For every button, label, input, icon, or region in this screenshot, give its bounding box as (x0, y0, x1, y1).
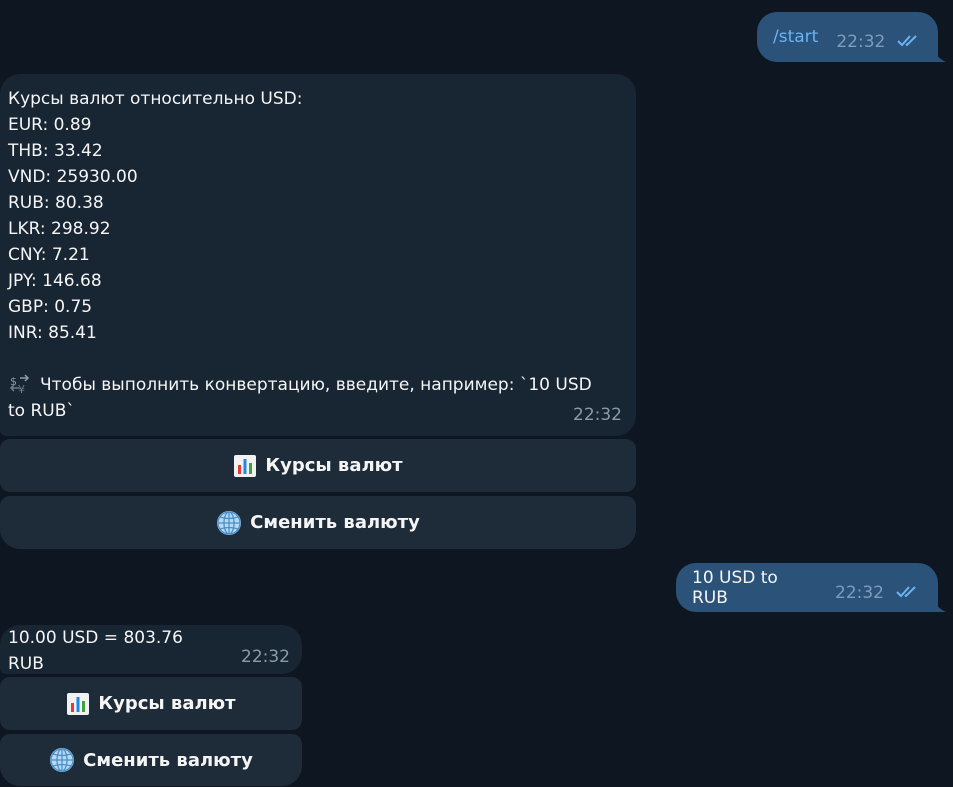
rate-line: THB: 33.42 (8, 141, 103, 161)
rate-line: GBP: 0.75 (8, 297, 93, 317)
bar-chart-icon (66, 692, 90, 716)
message-time: 22:32 (836, 32, 886, 52)
message-time: 22:32 (241, 646, 290, 667)
change-currency-button[interactable]: Сменить валюту (0, 496, 636, 549)
message-text: 10 USD to RUB (692, 567, 778, 608)
double-check-icon (896, 583, 922, 603)
message-time: 22:32 (573, 405, 622, 425)
change-currency-button[interactable]: Сменить валюту (0, 734, 302, 786)
rates-button[interactable]: Курсы валют (0, 677, 302, 730)
rate-line: LKR: 298.92 (8, 219, 111, 239)
rate-line: EUR: 0.89 (8, 115, 92, 135)
message-meta: 22:32 (836, 32, 923, 52)
incoming-message-rates: Курсы валют относительно USD: EUR: 0.89 … (0, 74, 636, 436)
double-check-icon (897, 32, 923, 52)
bubble-tail (932, 48, 946, 62)
outgoing-message-start: /start 22:32 (757, 12, 938, 62)
conversion-result-text: 10.00 USD = 803.76 RUB (8, 627, 183, 674)
message-meta: 22:32 (835, 583, 922, 603)
rate-line: INR: 85.41 (8, 323, 97, 343)
hint-text: $ ¥ Чтобы выполнить конвертацию, введите… (8, 374, 592, 396)
rates-list: EUR: 0.89 THB: 33.42 VND: 25930.00 RUB: … (8, 112, 624, 346)
command-link-start[interactable]: /start (773, 27, 818, 47)
globe-icon (216, 510, 242, 536)
bubble-tail (932, 598, 946, 612)
incoming-message-result: 10.00 USD = 803.76 RUB 22:32 (0, 625, 302, 674)
rate-line: CNY: 7.21 (8, 245, 90, 265)
bar-chart-icon (233, 454, 257, 478)
rate-line: RUB: 80.38 (8, 193, 104, 213)
change-currency-button-label: Сменить валюту (83, 749, 253, 771)
rate-line: JPY: 146.68 (8, 271, 102, 291)
currency-exchange-icon: $ ¥ (8, 374, 32, 396)
rate-line: VND: 25930.00 (8, 167, 138, 187)
outgoing-message-convert: 10 USD to RUB 22:32 (676, 563, 938, 612)
rates-button[interactable]: Курсы валют (0, 439, 636, 492)
svg-text:¥: ¥ (18, 383, 25, 396)
hint-text-continued: to RUB` (8, 401, 75, 421)
change-currency-button-label: Сменить валюту (250, 512, 420, 533)
globe-icon (49, 747, 75, 773)
rates-button-label: Курсы валют (265, 455, 403, 476)
rates-button-label: Курсы валют (98, 693, 236, 714)
rates-title: Курсы валют относительно USD: (8, 89, 303, 109)
message-time: 22:32 (835, 582, 884, 603)
